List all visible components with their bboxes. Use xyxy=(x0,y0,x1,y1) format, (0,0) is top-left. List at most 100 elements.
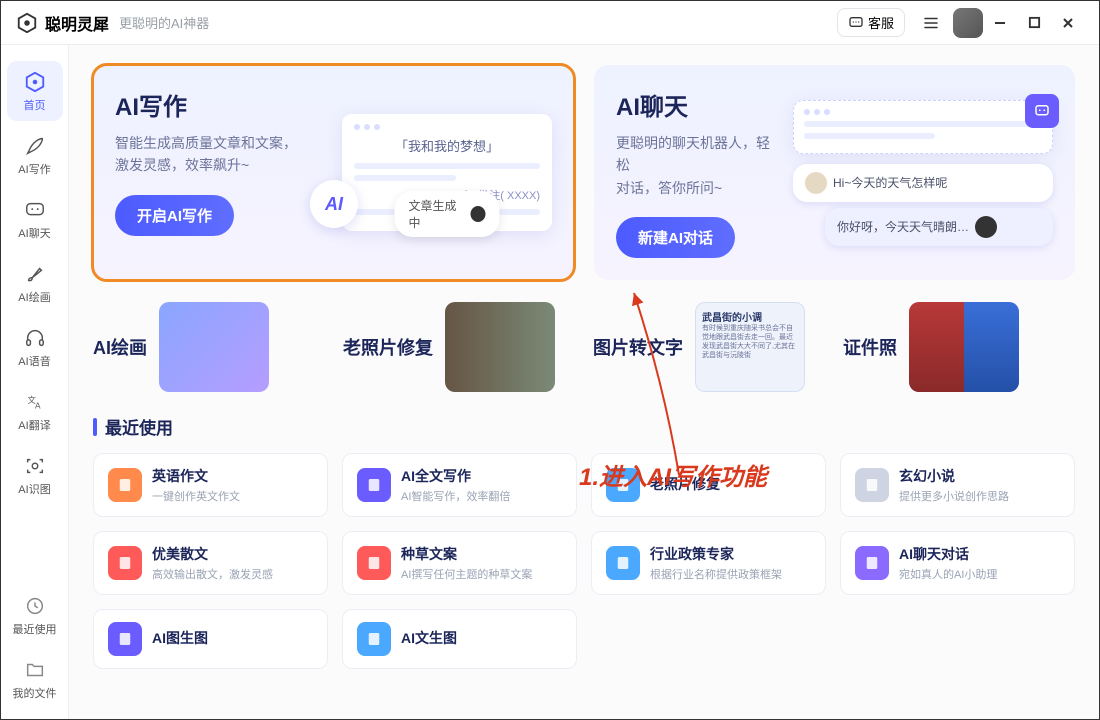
recent-sub: AI智能写作，效率翻倍 xyxy=(401,488,562,504)
hero-chat-desc: 更聪明的聊天机器人，轻松 对话，答你所问~ xyxy=(616,132,775,199)
recent-app-icon xyxy=(855,468,889,502)
recent-name: 种草文案 xyxy=(401,544,562,564)
chat-bubble-icon xyxy=(848,15,864,31)
close-button[interactable] xyxy=(1051,9,1085,37)
translate-icon: 文A xyxy=(22,389,48,415)
chat-preview: Hi~今天的天气怎样呢 你好呀，今天天气晴朗… xyxy=(793,100,1053,246)
sidebar-item-label: AI语音 xyxy=(18,353,50,369)
brush-icon xyxy=(22,261,48,287)
recent-sub: 提供更多小说创作思路 xyxy=(899,488,1060,504)
tile-title: 证件照 xyxy=(843,334,897,360)
app-tagline: 更聪明的AI神器 xyxy=(119,13,209,32)
recent-card[interactable]: AI文生图 xyxy=(342,609,577,669)
recent-app-icon xyxy=(357,622,391,656)
tile-photo-restore[interactable]: 老照片修复 xyxy=(343,302,575,392)
chat-badge-icon xyxy=(1025,94,1059,128)
new-chat-button[interactable]: 新建AI对话 xyxy=(616,217,735,258)
support-button[interactable]: 客服 xyxy=(837,8,905,37)
chat-bubble-ai: 你好呀，今天天气晴朗… xyxy=(825,208,1053,246)
recent-card[interactable]: 优美散文高效输出散文，激发灵感 xyxy=(93,531,328,595)
hero-write-desc: 智能生成高质量文章和文案， 激发灵感，效率飙升~ xyxy=(115,132,324,177)
recent-section-title: 最近使用 xyxy=(93,414,1075,439)
recent-card[interactable]: 种草文案AI撰写任何主题的种草文案 xyxy=(342,531,577,595)
sidebar-item-paint[interactable]: AI绘画 xyxy=(7,253,63,313)
recent-name: AI聊天对话 xyxy=(899,544,1060,564)
sidebar-item-label: 我的文件 xyxy=(13,685,57,701)
app-name: 聪明灵犀 xyxy=(45,11,109,35)
folder-icon xyxy=(22,657,48,683)
sidebar-item-home[interactable]: 首页 xyxy=(7,61,63,121)
recent-sub: 宛如真人的AI小助理 xyxy=(899,566,1060,582)
sidebar-item-label: 最近使用 xyxy=(13,621,57,637)
hero-chat-title: AI聊天 xyxy=(616,87,775,122)
sidebar-item-recent[interactable]: 最近使用 xyxy=(7,585,63,645)
tile-title: 老照片修复 xyxy=(343,334,433,360)
recent-app-icon xyxy=(108,468,142,502)
tile-title: 图片转文字 xyxy=(593,334,683,360)
sidebar-item-label: AI翻译 xyxy=(18,417,50,433)
recent-sub: 一键创作英文作文 xyxy=(152,488,313,504)
generation-status: 文章生成中 xyxy=(395,191,500,237)
recent-app-icon xyxy=(108,546,142,580)
tile-ai-paint[interactable]: AI绘画 xyxy=(93,302,325,392)
hero-write-title: AI写作 xyxy=(115,87,324,122)
sidebar-item-chat[interactable]: AI聊天 xyxy=(7,189,63,249)
chat-icon xyxy=(22,197,48,223)
tile-title: AI绘画 xyxy=(93,334,147,360)
tile-id-photo[interactable]: 证件照 xyxy=(843,302,1075,392)
annotation-label: 1.进入AI写作功能 xyxy=(579,457,767,492)
svg-text:A: A xyxy=(35,401,41,411)
recent-card[interactable]: AI全文写作AI智能写作，效率翻倍 xyxy=(342,453,577,517)
recent-card[interactable]: AI图生图 xyxy=(93,609,328,669)
sidebar-item-label: AI聊天 xyxy=(18,225,50,241)
recent-app-icon xyxy=(357,468,391,502)
editor-preview: 「我和我的梦想」 ▶ 批注( XXXX) AI 文章生成中 xyxy=(342,114,552,231)
home-icon xyxy=(22,69,48,95)
recent-name: 英语作文 xyxy=(152,466,313,486)
sidebar-item-translate[interactable]: 文A AI翻译 xyxy=(7,381,63,441)
ai-badge-icon: AI xyxy=(310,180,358,228)
user-avatar-icon xyxy=(805,172,827,194)
sidebar-item-voice[interactable]: AI语音 xyxy=(7,317,63,377)
recent-name: 优美散文 xyxy=(152,544,313,564)
minimize-button[interactable] xyxy=(983,9,1017,37)
sidebar-item-label: AI识图 xyxy=(18,481,50,497)
hero-card-write[interactable]: AI写作 智能生成高质量文章和文案， 激发灵感，效率飙升~ 开启AI写作 「我和… xyxy=(93,65,574,280)
photo-thumbnail xyxy=(445,302,555,392)
recent-card[interactable]: 行业政策专家根据行业名称提供政策框架 xyxy=(591,531,826,595)
feather-icon xyxy=(22,133,48,159)
sidebar-item-write[interactable]: AI写作 xyxy=(7,125,63,185)
menu-button[interactable] xyxy=(915,7,947,39)
user-avatar[interactable] xyxy=(953,8,983,38)
recent-sub: 高效输出散文，激发灵感 xyxy=(152,566,313,582)
app-logo-icon xyxy=(15,11,39,35)
titlebar: 聪明灵犀 更聪明的AI神器 客服 xyxy=(1,1,1099,45)
logo-dot-icon xyxy=(471,206,486,222)
sidebar: 首页 AI写作 AI聊天 AI绘画 AI语音 文A AI翻译 xyxy=(1,45,69,719)
sidebar-item-files[interactable]: 我的文件 xyxy=(7,649,63,709)
id-photo-thumbnail xyxy=(909,302,1019,392)
tile-ocr[interactable]: 图片转文字 武昌街的小调 有时候到重庆随采书总会不自觉地跟武昌街去走一回。最近发… xyxy=(593,302,825,392)
hero-card-chat[interactable]: AI聊天 更聪明的聊天机器人，轻松 对话，答你所问~ 新建AI对话 xyxy=(594,65,1075,280)
sidebar-item-scan[interactable]: AI识图 xyxy=(7,445,63,505)
chat-bubble-user: Hi~今天的天气怎样呢 xyxy=(793,164,1053,202)
clock-icon xyxy=(22,593,48,619)
paint-thumbnail xyxy=(159,302,269,392)
recent-name: 玄幻小说 xyxy=(899,466,1060,486)
sidebar-item-label: AI写作 xyxy=(18,161,50,177)
start-ai-write-button[interactable]: 开启AI写作 xyxy=(115,195,234,236)
recent-app-icon xyxy=(606,546,640,580)
recent-name: 行业政策专家 xyxy=(650,544,811,564)
headphones-icon xyxy=(22,325,48,351)
recent-name: AI文生图 xyxy=(401,628,562,648)
recent-app-icon xyxy=(855,546,889,580)
maximize-button[interactable] xyxy=(1017,9,1051,37)
main-content: AI写作 智能生成高质量文章和文案， 激发灵感，效率飙升~ 开启AI写作 「我和… xyxy=(69,45,1099,719)
recent-card[interactable]: AI聊天对话宛如真人的AI小助理 xyxy=(840,531,1075,595)
recent-card[interactable]: 玄幻小说提供更多小说创作思路 xyxy=(840,453,1075,517)
recent-card[interactable]: 英语作文一键创作英文作文 xyxy=(93,453,328,517)
recent-app-icon xyxy=(108,622,142,656)
mock-doc-title: 「我和我的梦想」 xyxy=(354,136,540,155)
support-label: 客服 xyxy=(868,13,894,32)
scan-icon xyxy=(22,453,48,479)
